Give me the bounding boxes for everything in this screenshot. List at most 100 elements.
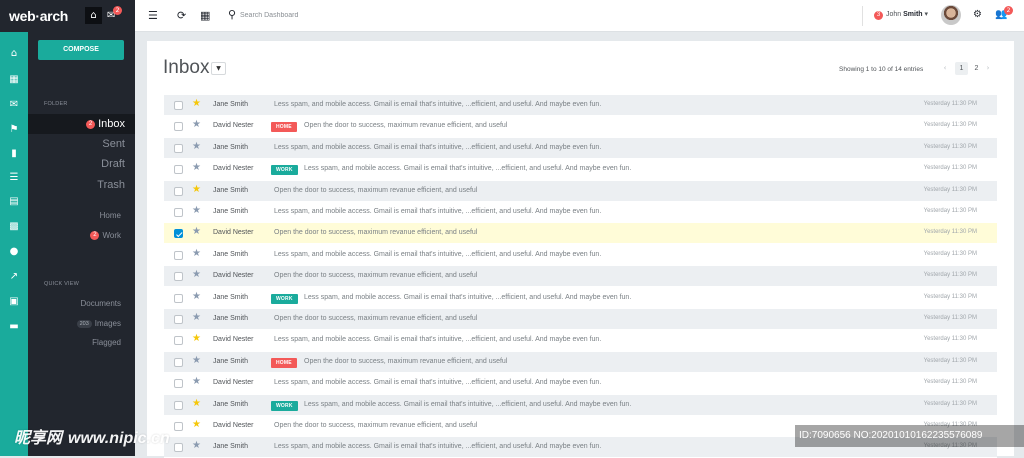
- star-icon[interactable]: ★: [192, 119, 201, 130]
- grid-icon[interactable]: ▦: [0, 74, 28, 86]
- list-icon[interactable]: ☰: [0, 172, 28, 184]
- gift-icon[interactable]: ▣: [0, 296, 28, 308]
- apps-grid-icon[interactable]: ▦: [200, 9, 210, 22]
- user-menu[interactable]: 3 John Smith ▾: [874, 10, 928, 20]
- gear-icon[interactable]: ⚙: [973, 9, 982, 20]
- table-row[interactable]: ★ Jane Smith Open the door to success, max…: [164, 180, 997, 202]
- mail-icon[interactable]: ✉: [0, 99, 28, 111]
- row-checkbox[interactable]: [174, 208, 183, 217]
- row-checkbox[interactable]: [174, 315, 183, 324]
- row-checkbox[interactable]: [174, 143, 183, 153]
- sender-name: David Nester: [213, 272, 254, 280]
- star-icon[interactable]: ★: [192, 141, 201, 152]
- star-icon[interactable]: ★: [192, 419, 201, 430]
- star-icon[interactable]: ★: [192, 440, 201, 451]
- table-row[interactable]: ★ David Nester WORK Less spam, and mobile a…: [164, 159, 997, 181]
- star-icon[interactable]: ★: [192, 355, 201, 366]
- star-icon[interactable]: ★: [192, 376, 201, 387]
- row-checkbox[interactable]: [174, 186, 183, 196]
- star-icon[interactable]: ★: [192, 162, 201, 173]
- avatar[interactable]: [941, 5, 961, 25]
- row-checkbox[interactable]: [174, 272, 183, 282]
- sender-name: Jane Smith: [213, 143, 249, 151]
- table-row[interactable]: ★ Jane Smith Less spam, and mobile access.…: [164, 137, 997, 159]
- row-checkbox[interactable]: [174, 293, 183, 303]
- row-checkbox[interactable]: [174, 165, 183, 175]
- sender-name: Jane Smith: [213, 250, 249, 258]
- table-row[interactable]: ★ Jane Smith Less spam, and mobile access.…: [164, 202, 997, 223]
- message-time: Yesterday 11:30 PM: [923, 186, 977, 193]
- star-icon[interactable]: ★: [192, 398, 201, 409]
- message-preview: Less spam, and mobile access. Gmail is e…: [274, 208, 602, 215]
- map-marker-icon[interactable]: ●: [0, 246, 28, 258]
- sidebar-item-sent[interactable]: Sent: [102, 138, 125, 150]
- bookmark-icon[interactable]: ▮: [0, 148, 28, 160]
- notifications-button[interactable]: ✉ 2: [107, 6, 122, 21]
- page-2[interactable]: 2: [970, 62, 983, 75]
- row-checkbox[interactable]: [174, 400, 183, 410]
- entries-info: Showing 1 to 10 of 14 entries: [839, 66, 924, 73]
- row-checkbox[interactable]: [174, 379, 183, 389]
- table-row[interactable]: ★ David Nester HOME Open the door to succes…: [164, 116, 997, 138]
- search-input[interactable]: [240, 8, 360, 22]
- star-icon[interactable]: ★: [192, 312, 201, 323]
- sidebar-item-documents[interactable]: Documents: [81, 299, 121, 308]
- chart-icon[interactable]: ↗: [0, 271, 28, 283]
- table-row[interactable]: ★ David Nester Open the door to success, m…: [164, 266, 997, 288]
- table-row[interactable]: ★ David Nester Less spam, and mobile acces…: [164, 330, 997, 352]
- star-icon[interactable]: ★: [192, 98, 201, 109]
- star-icon[interactable]: ★: [192, 205, 201, 216]
- users-button[interactable]: 👥 2: [995, 6, 1013, 20]
- sidebar-tag-work[interactable]: 2 Work: [90, 231, 121, 240]
- next-page-icon[interactable]: ›: [983, 62, 993, 75]
- watermark-id: ID:7090656 NO:20201010162235576089: [795, 425, 1024, 447]
- folder-open-icon[interactable]: ▬: [0, 321, 28, 333]
- row-checkbox[interactable]: [174, 357, 183, 367]
- row-checkbox[interactable]: [174, 229, 183, 239]
- sidebar-item-trash[interactable]: Trash: [97, 179, 125, 191]
- row-checkbox[interactable]: [174, 122, 183, 132]
- table-row[interactable]: ★ Jane Smith WORK Less spam, and mobile acc…: [164, 394, 997, 416]
- title-dropdown-button[interactable]: ▼: [211, 62, 226, 75]
- star-icon[interactable]: ★: [192, 248, 201, 259]
- table-row[interactable]: ★ Jane Smith Less spam, and mobile access.…: [164, 244, 997, 266]
- message-time: Yesterday 11:30 PM: [923, 143, 977, 150]
- sidebar-tag-home[interactable]: Home: [100, 211, 121, 220]
- row-checkbox[interactable]: [174, 336, 183, 346]
- prev-page-icon[interactable]: ‹: [940, 62, 950, 75]
- sidebar-item-images[interactable]: 203 Images: [76, 319, 121, 328]
- table-row[interactable]: ★ Jane Smith Less spam, and mobile access.…: [164, 95, 997, 116]
- menu-icon[interactable]: ☰: [148, 9, 158, 22]
- inbox-count-badge: 2: [86, 120, 96, 129]
- table-row[interactable]: ★ Jane Smith WORK Less spam, and mobile acc…: [164, 287, 997, 309]
- sidebar-item-inbox[interactable]: 2 Inbox: [86, 118, 125, 130]
- row-checkbox[interactable]: [174, 101, 183, 110]
- row-checkbox[interactable]: [174, 250, 183, 260]
- tiles-icon[interactable]: ▩: [0, 221, 28, 233]
- star-icon[interactable]: ★: [192, 226, 201, 237]
- message-time: Yesterday 11:30 PM: [923, 272, 977, 279]
- sender-name: Jane Smith: [213, 357, 249, 365]
- compose-button[interactable]: COMPOSE: [38, 40, 124, 60]
- flag-icon[interactable]: ⚑: [0, 124, 28, 136]
- star-icon[interactable]: ★: [192, 291, 201, 302]
- star-icon[interactable]: ★: [192, 269, 201, 280]
- label-badge: WORK: [271, 293, 298, 304]
- star-icon[interactable]: ★: [192, 184, 201, 195]
- row-checkbox[interactable]: [174, 443, 183, 453]
- table-row[interactable]: ★ David Nester Open the door to success, m…: [164, 223, 997, 245]
- table-row[interactable]: ★ Jane Smith HOME Open the door to success,…: [164, 351, 997, 373]
- clipboard-icon[interactable]: ▤: [0, 196, 28, 208]
- home-button[interactable]: ⌂: [85, 7, 102, 24]
- table-row[interactable]: ★ David Nester Less spam, and mobile acces…: [164, 373, 997, 395]
- row-checkbox[interactable]: [174, 422, 183, 431]
- home-icon[interactable]: ⌂: [0, 48, 28, 60]
- sidebar-item-flagged[interactable]: Flagged: [92, 338, 121, 347]
- table-row[interactable]: ★ Jane Smith Open the door to success, max…: [164, 309, 997, 330]
- star-icon[interactable]: ★: [192, 333, 201, 344]
- sidebar-item-draft[interactable]: Draft: [101, 158, 125, 170]
- page-1[interactable]: 1: [955, 62, 968, 75]
- message-preview: Less spam, and mobile access. Gmail is e…: [304, 400, 632, 408]
- refresh-icon[interactable]: ⟳: [177, 9, 186, 22]
- user-first-name: John: [886, 11, 902, 18]
